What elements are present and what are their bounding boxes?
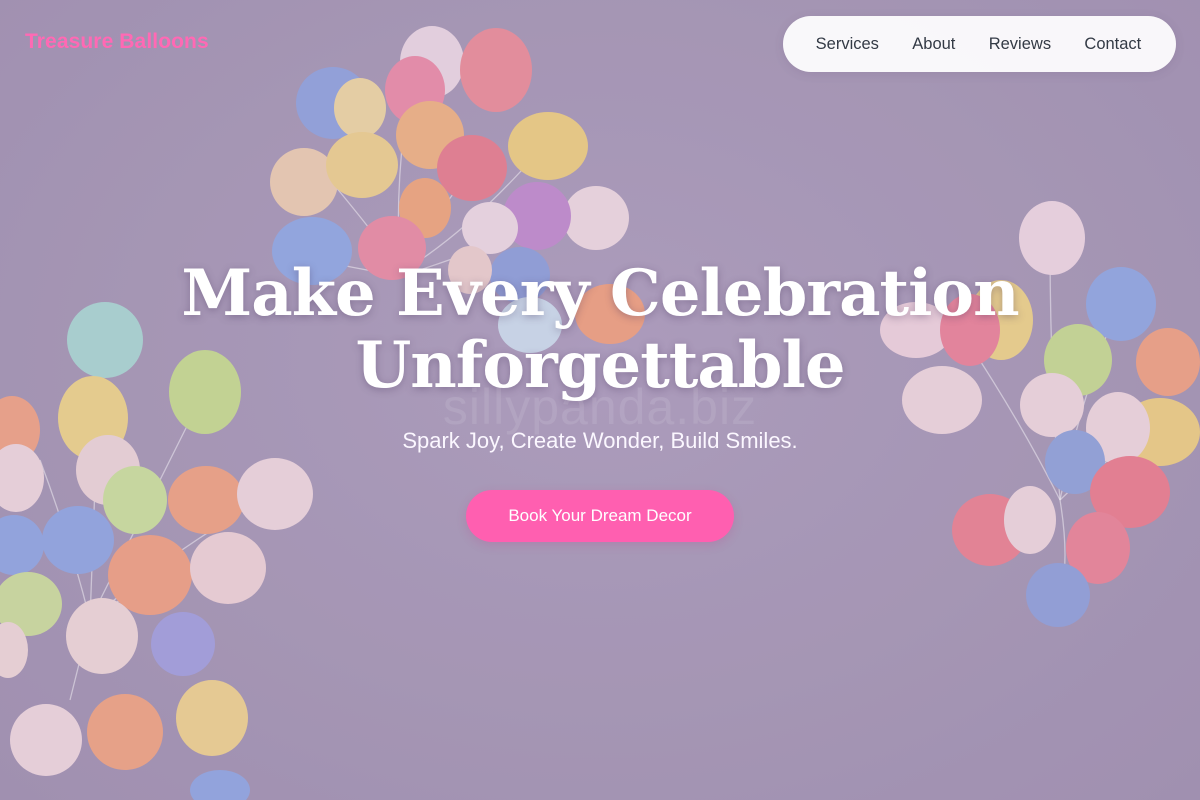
nav-link-reviews[interactable]: Reviews bbox=[989, 35, 1051, 54]
nav-link-about[interactable]: About bbox=[912, 35, 955, 54]
nav-link-contact[interactable]: Contact bbox=[1084, 35, 1141, 54]
hero-tagline: Spark Joy, Create Wonder, Build Smiles. bbox=[402, 428, 798, 453]
hero-title-line-1: Make Every Celebration bbox=[181, 256, 1019, 331]
nav-link-services[interactable]: Services bbox=[816, 35, 879, 54]
main-navigation: Services About Reviews Contact bbox=[783, 16, 1176, 72]
book-dream-decor-button[interactable]: Book Your Dream Decor bbox=[466, 490, 734, 542]
brand-logo[interactable]: Treasure Balloons bbox=[25, 30, 209, 54]
